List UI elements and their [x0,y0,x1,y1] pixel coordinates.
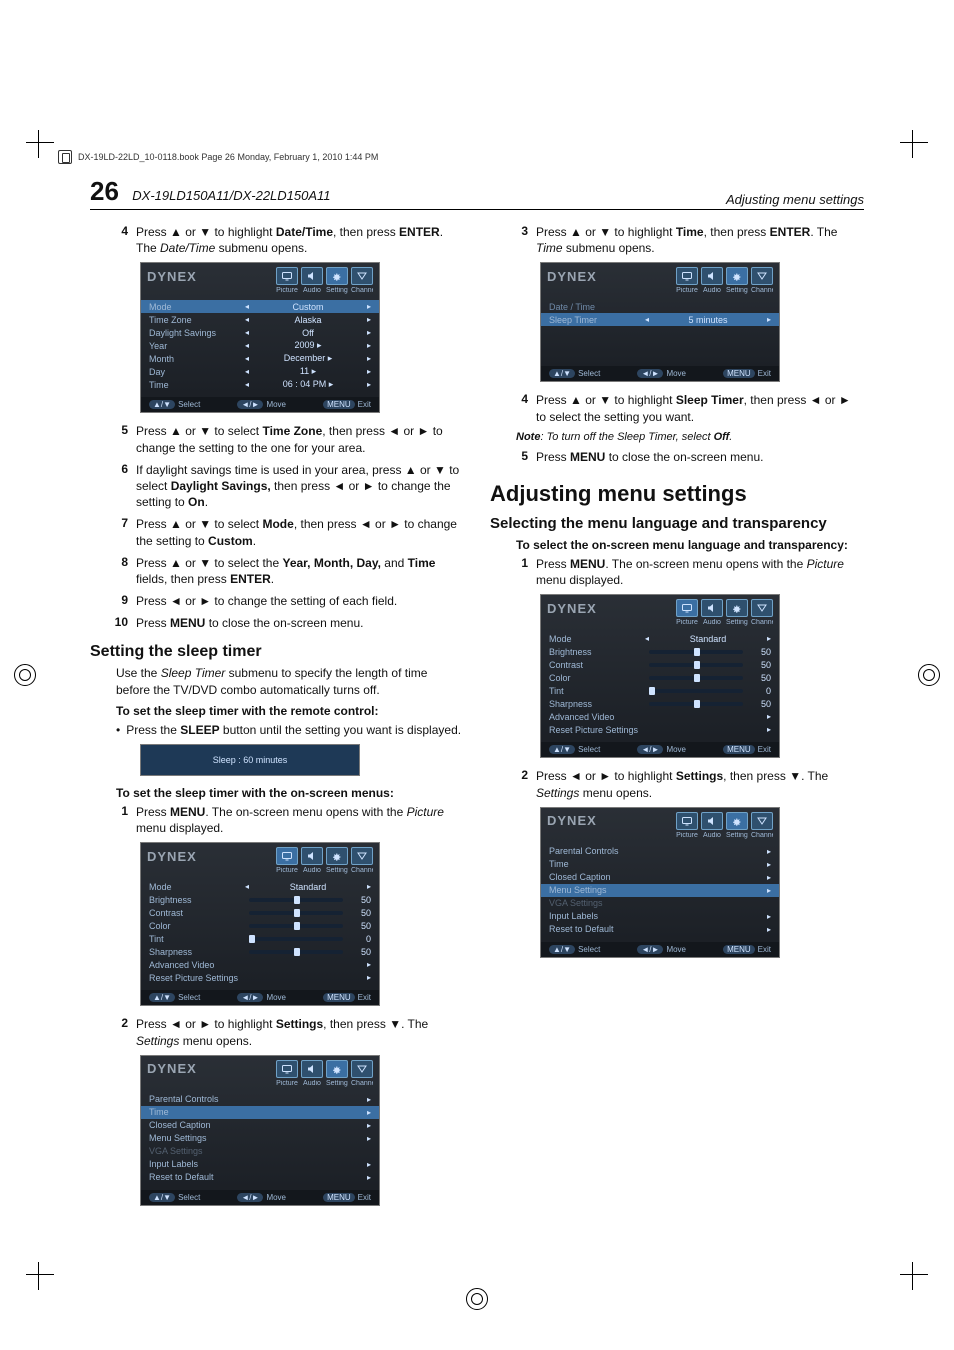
page-number: 26 [90,176,119,206]
book-icon [58,150,72,164]
osd-time: DYNEXPictureAudioSettingsChannelDate / T… [540,262,780,382]
crop-mark [900,130,928,158]
book-meta-text: DX-19LD-22LD_10-0118.book Page 26 Monday… [78,152,378,162]
registration-mark [466,1288,488,1310]
model-line: DX-19LD150A11/DX-22LD150A11 [132,188,330,203]
note: Note: To turn off the Sleep Timer, selec… [516,431,864,443]
osd-picture: DYNEXPictureAudioSettingsChannelMode◂Sta… [140,842,380,1006]
osd-picture-2: DYNEXPictureAudioSettingsChannelMode◂Sta… [540,594,780,758]
lead-language: To select the on-screen menu language an… [516,538,864,552]
step: 4 Press ▲ or ▼ to highlight Date/Time, t… [110,224,464,256]
lead-onscreen: To set the sleep timer with the on-scree… [116,786,464,800]
header-left: 26 DX-19LD150A11/DX-22LD150A11 [90,176,331,207]
header-rule [90,209,864,210]
right-column: 3Press ▲ or ▼ to highlight Time, then pr… [490,224,864,1216]
osd-date-time: DYNEXPictureAudioSettingsChannelMode◂Cus… [140,262,380,413]
left-column: 4 Press ▲ or ▼ to highlight Date/Time, t… [90,224,464,1216]
heading-language: Selecting the menu language and transpar… [490,515,864,532]
osd-sleep-banner: Sleep : 60 minutes [140,744,360,776]
registration-mark [918,664,940,686]
lead-remote: To set the sleep timer with the remote c… [116,704,464,718]
header-right: Adjusting menu settings [726,192,864,207]
heading-sleep-timer: Setting the sleep timer [90,643,464,661]
bullet: Press the SLEEP button until the setting… [116,722,464,738]
heading-adjusting: Adjusting menu settings [490,481,864,507]
registration-mark [14,664,36,686]
osd-settings-2: DYNEXPictureAudioSettingsChannelParental… [540,807,780,958]
book-meta-line: DX-19LD-22LD_10-0118.book Page 26 Monday… [58,150,378,164]
osd-settings: DYNEXPictureAudioSettingsChannelParental… [140,1055,380,1206]
crop-mark [26,130,54,158]
crop-mark [26,1262,54,1290]
crop-mark [900,1262,928,1290]
